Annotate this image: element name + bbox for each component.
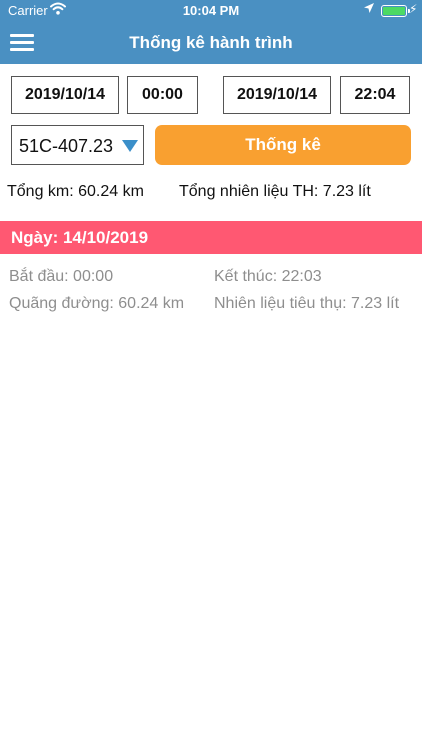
day-header: Ngày: 14/10/2019 xyxy=(0,221,422,254)
trip-distance: Quãng đường: 60.24 km xyxy=(9,295,185,312)
statistics-button[interactable]: Thống kê xyxy=(155,125,411,165)
day-label: Ngày: 14/10/2019 xyxy=(11,228,149,247)
trip-end: Kết thúc: 22:03 xyxy=(214,268,322,285)
end-date-field[interactable]: 2019/10/14 xyxy=(223,76,331,114)
total-fuel: Tổng nhiên liệu TH: 7.23 lít xyxy=(179,183,371,200)
dropdown-arrow-icon xyxy=(122,140,138,152)
battery-icon xyxy=(381,5,410,17)
status-time: 10:04 PM xyxy=(182,3,240,18)
top-bar: Carrier 10:04 PM ⚡ Thống kê hành trình xyxy=(0,0,422,64)
trip-fuel: Nhiên liệu tiêu thụ: 7.23 lít xyxy=(214,295,400,312)
charging-bolt-icon: ⚡ xyxy=(409,2,418,16)
status-bar: Carrier 10:04 PM ⚡ xyxy=(0,0,422,22)
nav-bar: Thống kê hành trình xyxy=(0,22,422,64)
end-time-field[interactable]: 22:04 xyxy=(340,76,410,114)
trip-start: Bắt đầu: 00:00 xyxy=(9,268,114,285)
location-arrow-icon xyxy=(363,2,375,17)
start-time-field[interactable]: 00:00 xyxy=(127,76,198,114)
vehicle-select[interactable]: 51C-407.23 xyxy=(11,125,144,165)
vehicle-select-value: 51C-407.23 xyxy=(19,136,114,156)
total-km: Tổng km: 60.24 km xyxy=(7,183,144,200)
start-date-field[interactable]: 2019/10/14 xyxy=(11,76,119,114)
page-title: Thống kê hành trình xyxy=(129,33,293,52)
